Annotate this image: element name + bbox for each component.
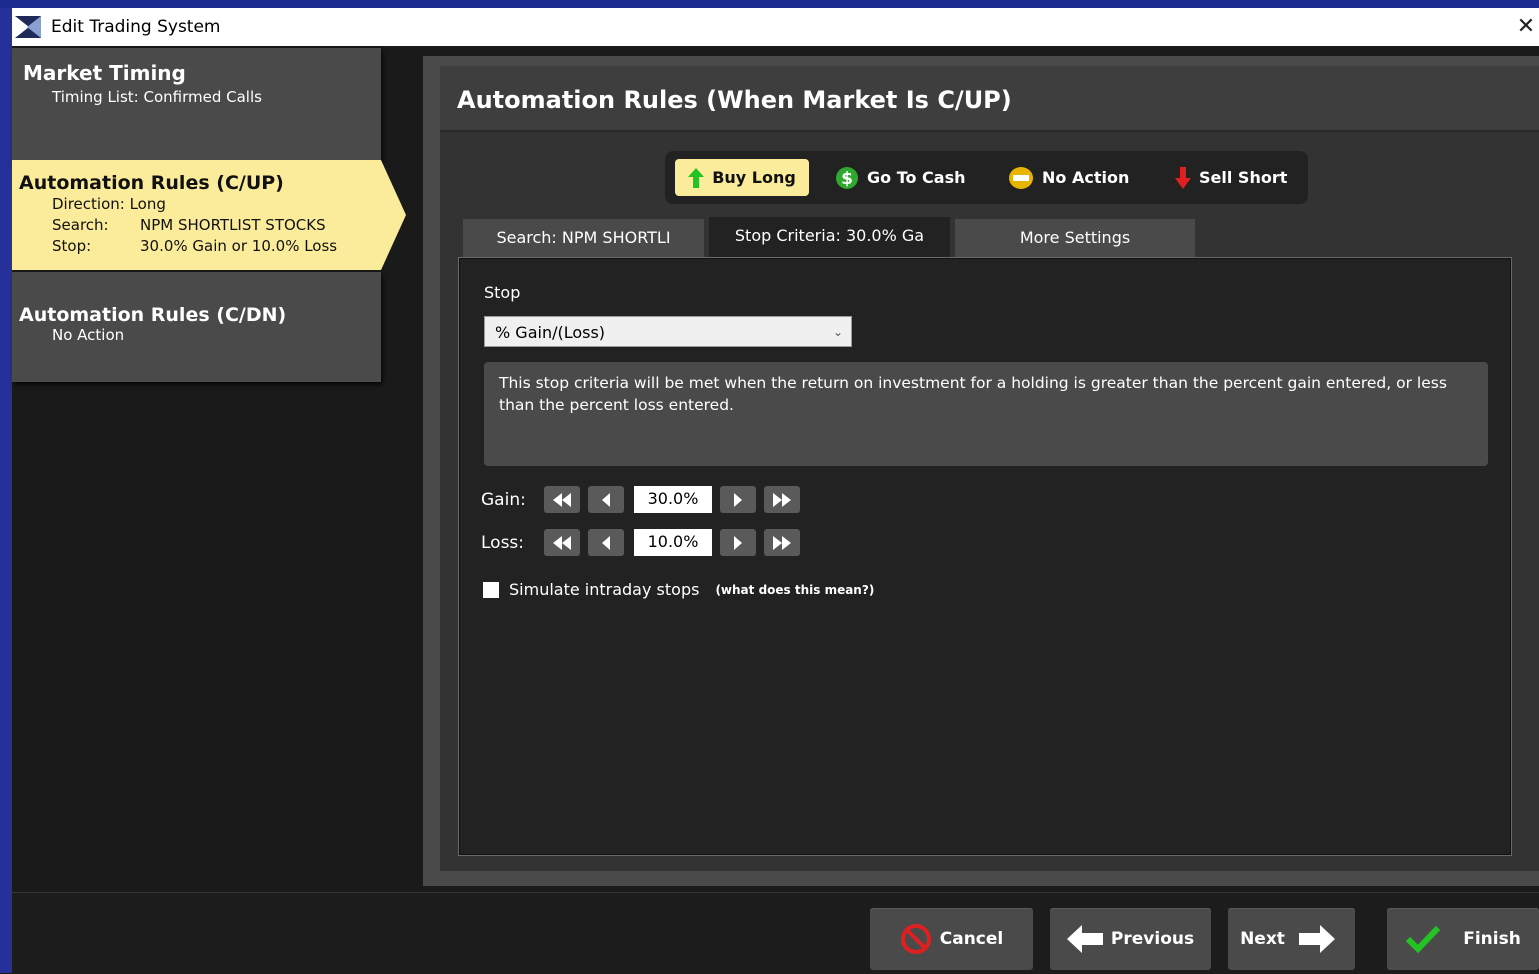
step-subtitle: Timing List: Confirmed Calls: [52, 88, 262, 106]
chevron-down-icon: ⌄: [832, 325, 843, 339]
window-title: Edit Trading System: [51, 17, 221, 37]
cancel-icon: [900, 923, 932, 955]
loss-decrease-button[interactable]: [588, 529, 624, 556]
step-title: Market Timing: [23, 61, 186, 85]
desktop-background-left: [0, 8, 12, 973]
gain-increase-fast-button[interactable]: [764, 486, 800, 513]
help-link[interactable]: (what does this mean?): [715, 583, 874, 597]
step-automation-rules-up[interactable]: Automation Rules (C/UP) Direction: Long …: [12, 160, 406, 270]
step-market-timing[interactable]: Market Timing Timing List: Confirmed Cal…: [12, 48, 381, 160]
go-to-cash-label: Go To Cash: [867, 168, 966, 187]
wizard-footer: Cancel Previous Next Finish: [12, 892, 1539, 974]
buy-long-button[interactable]: Buy Long: [675, 159, 809, 196]
rules-panel: Automation Rules (When Market Is C/UP) B…: [440, 66, 1539, 871]
checkmark-icon: [1405, 924, 1441, 954]
close-icon[interactable]: ✕: [1513, 12, 1539, 42]
no-entry-icon: [1008, 166, 1034, 190]
finish-label: Finish: [1463, 929, 1521, 949]
sell-short-button[interactable]: Sell Short: [1175, 159, 1299, 196]
step-direction: Direction: Long: [52, 195, 166, 213]
no-action-label: No Action: [1042, 168, 1130, 187]
gain-increase-button[interactable]: [720, 486, 756, 513]
step-automation-rules-dn[interactable]: Automation Rules (C/DN) No Action: [12, 272, 381, 382]
gain-value[interactable]: 30.0%: [634, 486, 712, 513]
finish-button[interactable]: Finish: [1387, 908, 1539, 970]
step-title: Automation Rules (C/UP): [19, 172, 284, 194]
stop-criteria-content: Stop % Gain/(Loss) ⌄ This stop criteria …: [458, 257, 1512, 856]
window-titlebar: Edit Trading System ✕: [12, 8, 1539, 46]
step-stop: Stop: 30.0% Gain or 10.0% Loss: [52, 237, 338, 255]
simulate-intraday-label: Simulate intraday stops: [509, 580, 700, 599]
simulate-intraday-checkbox[interactable]: [483, 581, 499, 598]
previous-button[interactable]: Previous: [1050, 908, 1211, 970]
desktop-background: [0, 0, 1539, 8]
no-action-button[interactable]: No Action: [1008, 159, 1142, 196]
step-title: Automation Rules (C/DN): [19, 304, 287, 326]
stop-description: This stop criteria will be met when the …: [484, 362, 1488, 466]
app-logo-icon: [15, 16, 41, 38]
selected-step-arrow: [381, 160, 406, 270]
loss-label: Loss:: [481, 532, 525, 553]
gain-decrease-button[interactable]: [588, 486, 624, 513]
stop-type-value: % Gain/(Loss): [495, 323, 606, 342]
loss-increase-button[interactable]: [720, 529, 756, 556]
wizard-steps-sidebar: Market Timing Timing List: Confirmed Cal…: [12, 48, 415, 892]
loss-increase-fast-button[interactable]: [764, 529, 800, 556]
svg-text:$: $: [841, 169, 853, 189]
action-selector: Buy Long $ Go To Cash No Action Sell Sho…: [665, 151, 1308, 204]
tab-stop-criteria[interactable]: Stop Criteria: 30.0% Ga: [709, 217, 950, 257]
sell-short-label: Sell Short: [1199, 168, 1288, 187]
gain-stepper: Gain: 30.0%: [481, 486, 808, 513]
arrow-right-icon: [1298, 925, 1335, 953]
tab-search[interactable]: Search: NPM SHORTLI: [463, 219, 704, 257]
green-up-arrow-icon: [688, 167, 705, 188]
stop-type-select[interactable]: % Gain/(Loss) ⌄: [484, 316, 852, 347]
step-search: Search: NPM SHORTLIST STOCKS: [52, 216, 326, 234]
cancel-label: Cancel: [939, 929, 1004, 949]
gain-decrease-fast-button[interactable]: [544, 486, 580, 513]
dollar-icon: $: [835, 166, 859, 190]
panel-title: Automation Rules (When Market Is C/UP): [440, 66, 1539, 132]
main-area: Automation Rules (When Market Is C/UP) B…: [423, 56, 1539, 886]
next-label: Next: [1240, 929, 1285, 949]
go-to-cash-button[interactable]: $ Go To Cash: [835, 159, 975, 196]
next-button[interactable]: Next: [1228, 908, 1355, 970]
stop-label: Stop: [484, 283, 521, 302]
gain-label: Gain:: [481, 489, 526, 510]
loss-stepper: Loss: 10.0%: [481, 529, 808, 556]
simulate-intraday-row: Simulate intraday stops (what does this …: [483, 580, 874, 599]
loss-decrease-fast-button[interactable]: [544, 529, 580, 556]
cancel-button[interactable]: Cancel: [870, 908, 1033, 970]
buy-long-label: Buy Long: [712, 168, 796, 187]
loss-value[interactable]: 10.0%: [634, 529, 712, 556]
step-subtitle: No Action: [52, 326, 125, 344]
previous-label: Previous: [1110, 929, 1195, 949]
tab-more-settings[interactable]: More Settings: [955, 219, 1195, 257]
red-down-arrow-icon: [1175, 166, 1191, 189]
arrow-left-icon: [1066, 925, 1103, 953]
